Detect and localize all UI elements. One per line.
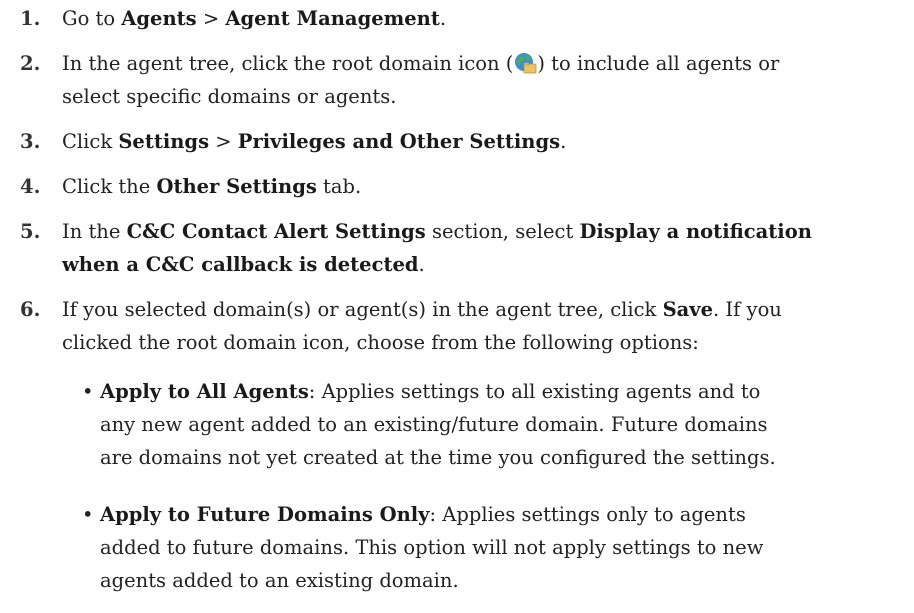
bullet-dot-icon: • xyxy=(82,380,94,403)
step-number: 2. xyxy=(20,52,41,75)
step-text: In the agent tree, click the root domain… xyxy=(62,51,780,108)
option-title: Apply to Future Domains Only xyxy=(100,503,430,526)
procedure-steps: 1. Go to Agents > Agent Management. 2. I… xyxy=(0,0,914,613)
menu-agents: Agents xyxy=(121,7,197,30)
section-cc-contact-alert: C&C Contact Alert Settings xyxy=(126,220,426,243)
option-title: Apply to All Agents xyxy=(100,380,309,403)
menu-privileges-other-settings: Privileges and Other Settings xyxy=(237,130,561,153)
step-text: Go to Agents > Agent Management. xyxy=(62,7,447,30)
menu-agent-management: Agent Management xyxy=(225,7,440,30)
option-display-notification: Display a notification xyxy=(579,220,812,243)
globe-folder-icon xyxy=(513,51,537,75)
step-text: Click Settings > Privileges and Other Se… xyxy=(62,130,567,153)
step-text: Click the Other Settings tab. xyxy=(62,175,362,198)
step-number: 3. xyxy=(20,130,41,153)
menu-settings: Settings xyxy=(118,130,210,153)
step-number: 6. xyxy=(20,298,41,321)
tab-other-settings: Other Settings xyxy=(156,175,317,198)
step-text: In the C&C Contact Alert Settings sectio… xyxy=(62,220,812,276)
step-number: 5. xyxy=(20,220,41,243)
step-text: If you selected domain(s) or agent(s) in… xyxy=(62,298,782,354)
step-number: 1. xyxy=(20,7,41,30)
button-save: Save xyxy=(662,298,714,321)
step-number: 4. xyxy=(20,175,41,198)
bullet-dot-icon: • xyxy=(82,503,94,526)
